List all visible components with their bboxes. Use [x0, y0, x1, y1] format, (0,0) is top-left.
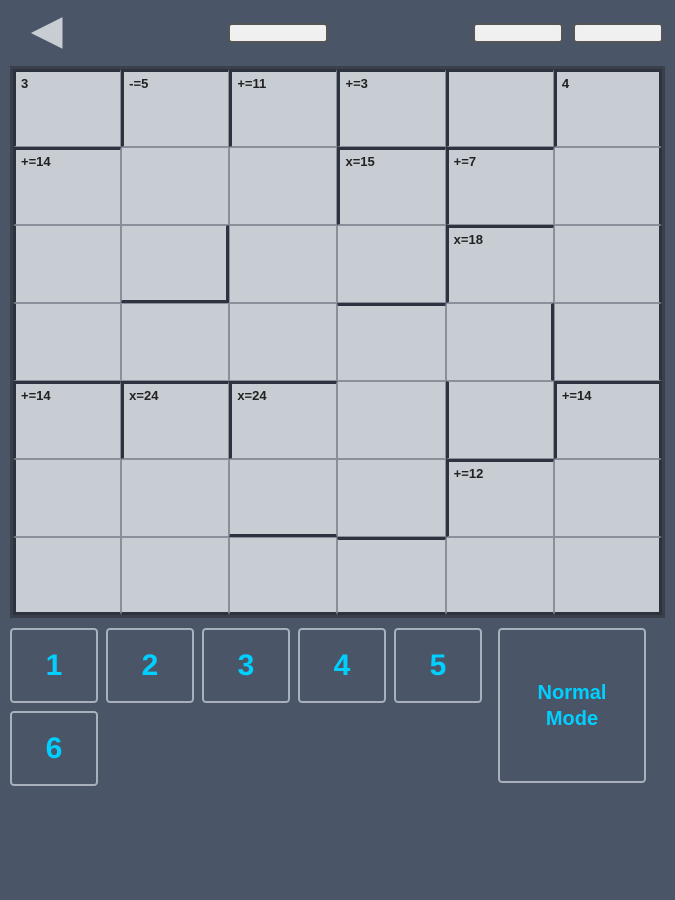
- cell-r2c2[interactable]: [229, 225, 337, 303]
- num-btn-1[interactable]: 1: [10, 628, 98, 703]
- cell-label-r4c1: x=24: [129, 388, 158, 403]
- cell-r3c2[interactable]: [229, 303, 337, 381]
- num-btn-6[interactable]: 6: [10, 711, 98, 786]
- numpad-row-2: 6: [10, 711, 482, 786]
- undo-button[interactable]: [473, 23, 563, 43]
- cell-r2c5[interactable]: [554, 225, 662, 303]
- num-btn-5[interactable]: 5: [394, 628, 482, 703]
- cell-r1c4[interactable]: +=7: [446, 147, 554, 225]
- cell-r6c0[interactable]: [13, 537, 121, 615]
- cell-r1c0[interactable]: +=14: [13, 147, 121, 225]
- cell-label-r4c5: +=14: [562, 388, 592, 403]
- cell-label-r0c0: 3: [21, 76, 28, 91]
- cell-r5c0[interactable]: [13, 459, 121, 537]
- cell-r6c1[interactable]: [121, 537, 229, 615]
- cell-r6c4[interactable]: [446, 537, 554, 615]
- cell-r5c3[interactable]: [337, 459, 445, 537]
- cell-label-r1c4: +=7: [454, 154, 476, 169]
- cell-label-r4c0: +=14: [21, 388, 51, 403]
- cell-r1c5[interactable]: [554, 147, 662, 225]
- cell-r4c4[interactable]: [446, 381, 554, 459]
- cell-r0c5[interactable]: 4: [554, 69, 662, 147]
- cell-r0c0[interactable]: 3: [13, 69, 121, 147]
- cell-r5c2[interactable]: [229, 459, 337, 537]
- cell-r4c3[interactable]: [337, 381, 445, 459]
- cell-label-r4c2: x=24: [237, 388, 266, 403]
- cell-r1c1[interactable]: [121, 147, 229, 225]
- cell-r6c5[interactable]: [554, 537, 662, 615]
- puzzle-grid-container: 3 -=5 +=11 +=3 4 +=14 x=15 +=7 x=18 +=14 x=24 x=24 +…: [10, 66, 665, 618]
- mode-button[interactable]: NormalMode: [498, 628, 646, 783]
- timer-display: [228, 23, 328, 43]
- header: [0, 0, 675, 66]
- cell-r5c4[interactable]: +=12: [446, 459, 554, 537]
- cell-r0c4[interactable]: [446, 69, 554, 147]
- cell-label-r1c0: +=14: [21, 154, 51, 169]
- clear-button[interactable]: [573, 23, 663, 43]
- cell-r4c2[interactable]: x=24: [229, 381, 337, 459]
- back-button[interactable]: [12, 8, 82, 58]
- cell-r0c3[interactable]: +=3: [337, 69, 445, 147]
- cell-r3c0[interactable]: [13, 303, 121, 381]
- cell-r3c5[interactable]: [554, 303, 662, 381]
- cell-r6c2[interactable]: [229, 537, 337, 615]
- cell-label-r0c1: -=5: [129, 76, 148, 91]
- cell-label-r0c3: +=3: [345, 76, 367, 91]
- cell-r3c3[interactable]: [337, 303, 445, 381]
- cell-r2c0[interactable]: [13, 225, 121, 303]
- cell-r5c5[interactable]: [554, 459, 662, 537]
- cell-label-r0c5: 4: [562, 76, 569, 91]
- puzzle-grid: 3 -=5 +=11 +=3 4 +=14 x=15 +=7 x=18 +=14 x=24 x=24 +…: [13, 69, 662, 615]
- cell-r5c1[interactable]: [121, 459, 229, 537]
- cell-r2c4[interactable]: x=18: [446, 225, 554, 303]
- cell-label-r5c4: +=12: [454, 466, 484, 481]
- num-btn-3[interactable]: 3: [202, 628, 290, 703]
- num-btn-4[interactable]: 4: [298, 628, 386, 703]
- cell-r4c0[interactable]: +=14: [13, 381, 121, 459]
- cell-r4c1[interactable]: x=24: [121, 381, 229, 459]
- numpad-area: 1 2 3 4 5 6 NormalMode: [0, 618, 675, 900]
- numpad-row-1: 1 2 3 4 5: [10, 628, 482, 703]
- cell-r0c1[interactable]: -=5: [121, 69, 229, 147]
- num-btn-2[interactable]: 2: [106, 628, 194, 703]
- cell-r1c2[interactable]: [229, 147, 337, 225]
- cell-r2c3[interactable]: [337, 225, 445, 303]
- cell-label-r0c2: +=11: [237, 76, 266, 91]
- cell-label-r2c4: x=18: [454, 232, 483, 247]
- cell-r3c4[interactable]: [446, 303, 554, 381]
- cell-r1c3[interactable]: x=15: [337, 147, 445, 225]
- header-buttons: [473, 23, 663, 43]
- cell-r6c3[interactable]: [337, 537, 445, 615]
- cell-r2c1[interactable]: [121, 225, 229, 303]
- numpad-left: 1 2 3 4 5 6: [10, 628, 482, 786]
- cell-r3c1[interactable]: [121, 303, 229, 381]
- cell-r0c2[interactable]: +=11: [229, 69, 337, 147]
- cell-label-r1c3: x=15: [345, 154, 374, 169]
- cell-r4c5[interactable]: +=14: [554, 381, 662, 459]
